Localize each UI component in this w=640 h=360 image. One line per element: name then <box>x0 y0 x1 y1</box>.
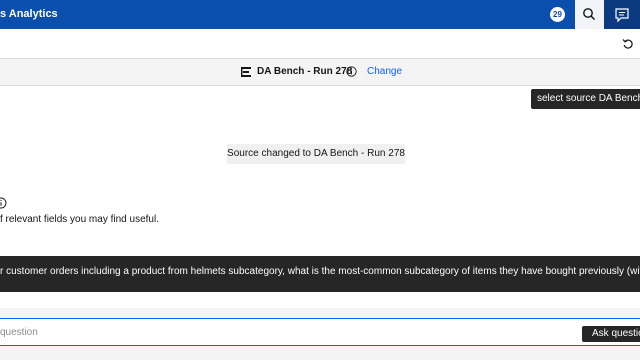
source-name: DA Bench - Run 278 <box>257 66 353 77</box>
tooltip: select source DA Bench - <box>531 89 640 109</box>
app-title: s Analytics <box>0 8 58 20</box>
ask-question-button[interactable]: Ask questio <box>582 326 640 342</box>
status-message: Source changed to DA Bench - Run 278 <box>227 144 405 164</box>
chat-button[interactable] <box>604 0 640 29</box>
question-message: r customer orders including a product fr… <box>0 256 640 292</box>
info-icon[interactable] <box>346 66 357 77</box>
search-button[interactable] <box>575 0 604 29</box>
hint-text: f relevant fields you may find useful. <box>0 214 159 225</box>
source-bar: DA Bench - Run 278 Change <box>0 59 640 86</box>
top-bar: s Analytics 29 <box>0 0 640 29</box>
chat-icon <box>615 8 629 23</box>
question-input[interactable] <box>0 319 560 345</box>
notification-badge[interactable]: 29 <box>550 7 565 22</box>
search-icon <box>583 8 596 21</box>
input-area: Ask questio <box>0 308 640 360</box>
refresh-icon <box>622 39 633 49</box>
info-icon[interactable] <box>0 197 7 209</box>
toolbar <box>0 29 640 59</box>
change-source-link[interactable]: Change <box>367 66 402 77</box>
question-input-box: Ask questio <box>0 318 640 346</box>
refresh-button[interactable] <box>620 36 636 52</box>
data-source-icon <box>241 67 251 77</box>
